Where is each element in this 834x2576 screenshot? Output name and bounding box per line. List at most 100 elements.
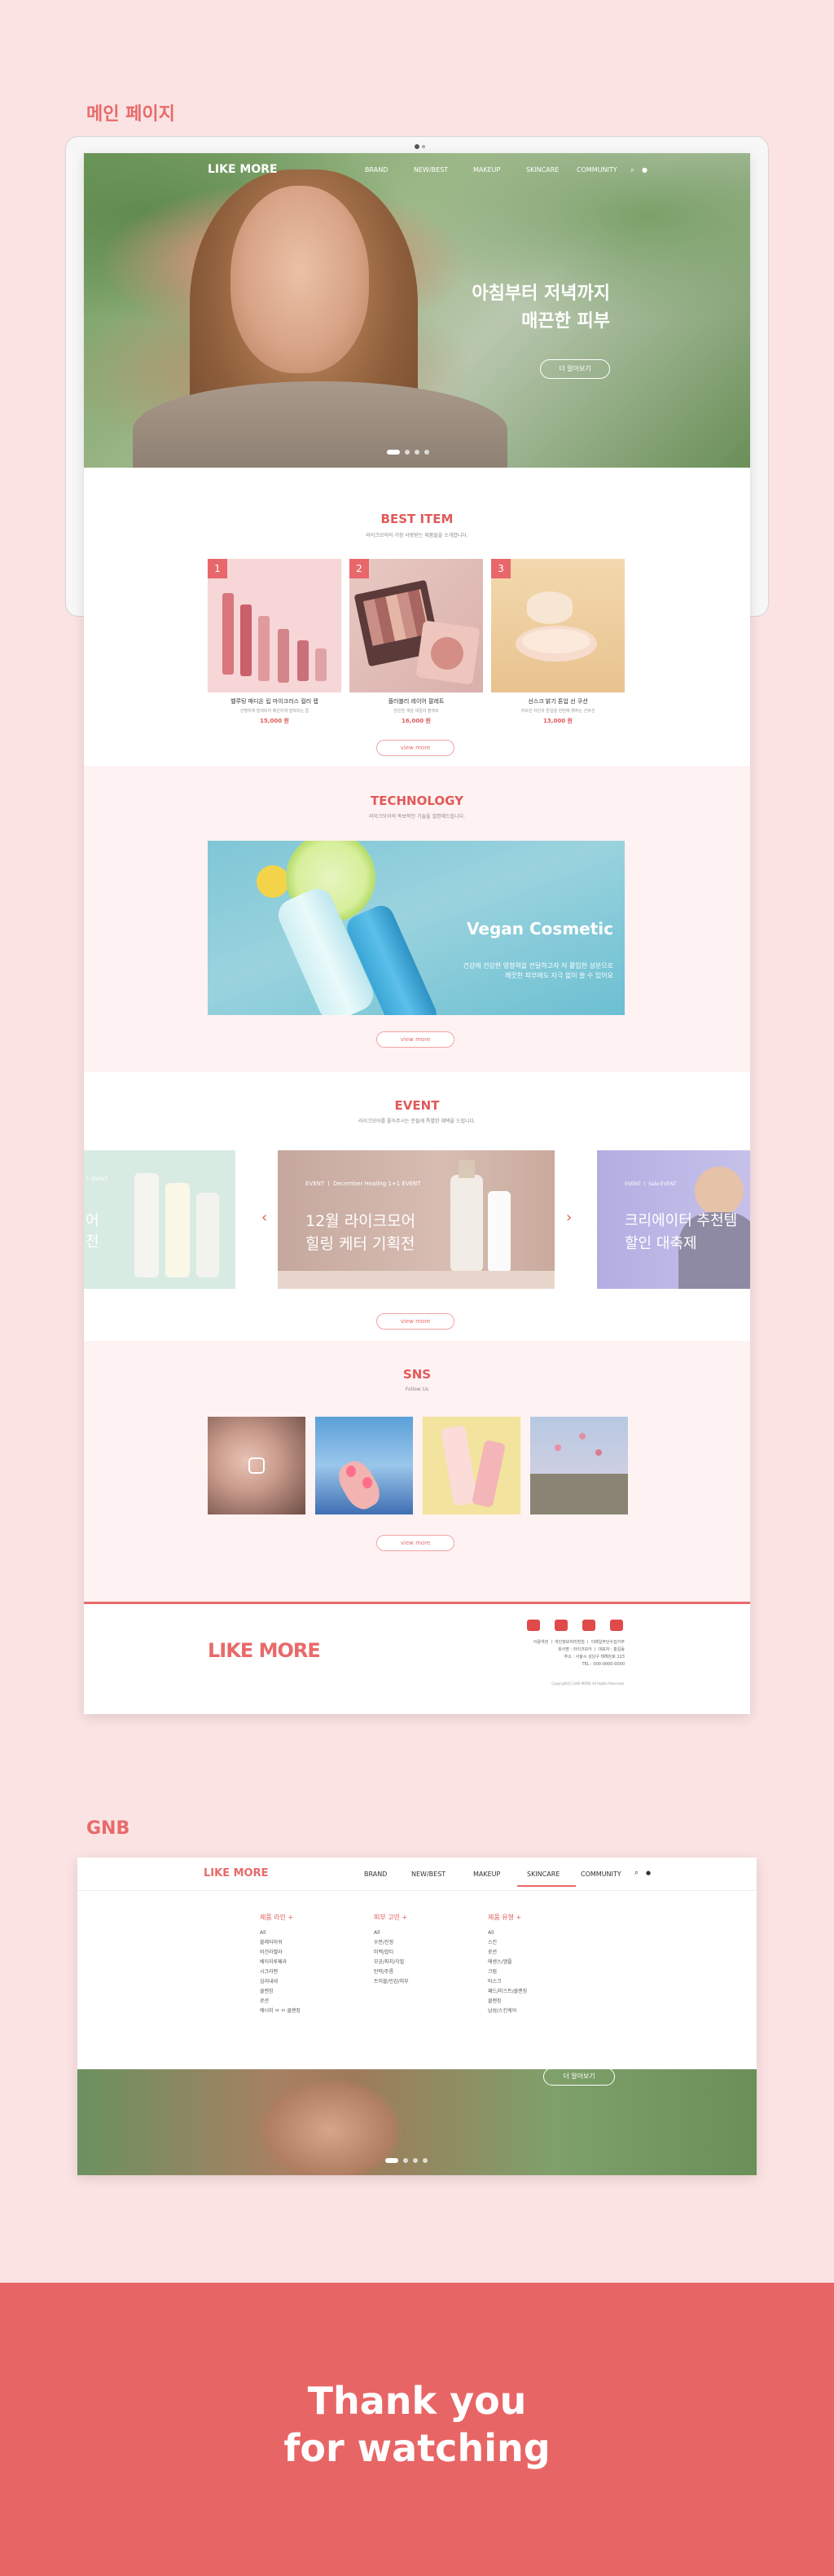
carousel-dot[interactable] [405,450,410,455]
instagram-icon[interactable] [555,1620,568,1631]
product-name[interactable]: 선스크 밝기 톤업 선 쿠션 [491,697,625,706]
gnb-column-head[interactable]: 피부 고민 + [374,1913,409,1922]
gnb-link[interactable]: 크림 [488,1967,527,1977]
carousel-indicator[interactable] [387,442,434,455]
facebook-icon[interactable] [582,1620,595,1631]
event-tag: EVENT ㅣ Sale EVENT [625,1181,677,1187]
event-prev-icon[interactable]: ‹ [261,1209,267,1226]
gnb-link[interactable]: 클렌징 [260,1987,301,1997]
gnb-link[interactable]: All [488,1928,527,1938]
nav-community[interactable]: COMMUNITY [577,166,617,174]
tech-image-title: Vegan Cosmetic [467,919,613,939]
gnb-column-head[interactable]: 제품 유형 + [488,1913,527,1922]
website-preview: LIKE MORE BRAND NEW/BEST MAKEUP SKINCARE… [84,153,750,1714]
gnb-nav-brand[interactable]: BRAND [364,1870,387,1878]
gnb-preview: LIKE MORE BRAND NEW/BEST MAKEUP SKINCARE… [77,1857,757,2175]
product-image-palette[interactable]: 2 [349,559,483,692]
nav-brand[interactable]: BRAND [365,166,388,174]
kakaotalk-icon[interactable] [610,1620,623,1631]
footer-divider [84,1602,750,1604]
event-card-left[interactable]: ㅏ EVENT 어 전 [84,1150,235,1289]
gnb-link[interactable]: 클렌징 [488,1997,527,2007]
best-view-more-button[interactable]: view more [376,740,454,756]
footer-links[interactable]: 이용약관 ㅣ 개인정보처리방침 ㅣ 이메일무단수집거부 [507,1639,625,1646]
carousel-dot[interactable] [424,450,429,455]
tech-image-line-2: 깨끗한 피부에도 자극 없이 쓸 수 있어요 [504,972,613,979]
carousel-dot[interactable] [423,2158,428,2163]
event-next-icon[interactable]: › [566,1209,572,1226]
sns-photo[interactable] [315,1417,413,1514]
hero-headline: 아침부터 저녁까지 매끈한 피부 [472,280,610,336]
product-card[interactable]: 2 플러블리 레이어 팔레트 은은한 색감 데일리 팔레트 16,000 원 [349,559,483,725]
gnb-link[interactable]: 로션 [488,1948,527,1958]
gnb-link[interactable]: 스킨 [488,1938,527,1948]
carousel-dot[interactable] [415,450,419,455]
product-card[interactable]: 1 벨루팅 매디온 립 마이크러스 컬러 랩 선명하게 발색되어 매끈하게 밀착… [208,559,341,725]
gnb-link[interactable]: 베이지루페라 [260,1958,301,1967]
gnb-link[interactable]: 로션 [260,1997,301,2007]
hero-more-button[interactable]: 더 알아보기 [540,359,610,379]
gnb-link[interactable]: All [260,1928,301,1938]
user-icon[interactable]: ● [646,1870,651,1876]
event-card-right[interactable]: EVENT ㅣ Sale EVENT 크리에이터 추천템 할인 대축제 [597,1150,750,1289]
gnb-link[interactable]: 모공/피지/각질 [374,1958,409,1967]
search-icon[interactable]: ⌕ [630,166,634,174]
nav-makeup[interactable]: MAKEUP [473,166,500,174]
sns-photo[interactable] [423,1417,520,1514]
event-card-center[interactable]: EVENT ㅣ December Healing 1+1 EVENT 12월 라… [278,1150,555,1289]
nav-skincare[interactable]: SKINCARE [526,166,559,174]
gnb-link[interactable]: 에너지 ㅁ ㅁ 클렌징 [260,2007,301,2016]
product-image-cushion[interactable]: 3 [491,559,625,692]
carousel-dot[interactable] [385,2158,398,2163]
gnb-hero-button[interactable]: 더 알아보기 [543,2068,615,2086]
gnb-link[interactable]: 비건라벨라 [260,1948,301,1958]
gnb-link[interactable]: 시크라렌 [260,1967,301,1977]
event-text: 12월 라이크모어 [305,1212,416,1230]
gnb-link[interactable]: 남성/스킨케어 [488,2007,527,2016]
gnb-link[interactable]: 트러블/민감/피부 [374,1977,409,1987]
product-desc: 선명하게 발색되어 매끈하게 밀착되는 립 [239,709,309,714]
gnb-link[interactable]: All [374,1928,409,1938]
tech-view-more-button[interactable]: view more [376,1031,454,1048]
vegan-cosmetic-banner[interactable]: Vegan Cosmetic 건강에 건강한 영향력을 전달하고자 저 활입한 … [208,841,625,1015]
footer-company: 회사명 : 라이크모어 ㅣ 대표자 : 홍길동 [558,1647,625,1652]
gnb-logo[interactable]: LIKE MORE [204,1867,268,1879]
logo[interactable]: LIKE MORE [208,163,278,176]
product-image-lipstick[interactable]: 1 [208,559,341,692]
site-footer: LIKE MORE 이용약관 ㅣ 개인정보처리방침 ㅣ 이메일무단수집거부 회사… [84,1602,750,1714]
product-name[interactable]: 벨루팅 매디온 립 마이크러스 컬러 랩 [208,697,341,706]
gnb-link[interactable]: 마스크 [488,1977,527,1987]
youtube-icon[interactable] [527,1620,540,1631]
gnb-nav-community[interactable]: COMMUNITY [581,1870,621,1878]
gnb-link[interactable]: 블레이미쉬 [260,1938,301,1948]
tech-image-line-1: 건강에 건강한 영향력을 전달하고자 저 활입한 성분으로 [463,962,613,969]
sns-photo[interactable] [530,1417,628,1514]
carousel-dot[interactable] [403,2158,408,2163]
gnb-column-head[interactable]: 제품 라인 + [260,1913,301,1922]
product-name[interactable]: 플러블리 레이어 팔레트 [349,697,483,706]
sns-view-more-button[interactable]: view more [376,1535,454,1551]
carousel-dot[interactable] [387,450,400,455]
gnb-link[interactable]: 에센스/앰플 [488,1958,527,1967]
active-nav-underline [517,1885,576,1887]
gnb-link[interactable]: 수분/진정 [374,1938,409,1948]
footer-logo[interactable]: LIKE MORE [208,1639,321,1662]
search-icon[interactable]: ⌕ [634,1869,639,1877]
gnb-link[interactable]: 심리내네 [260,1977,301,1987]
gnb-nav-skincare[interactable]: SKINCARE [527,1870,560,1878]
user-icon[interactable]: ● [642,166,647,174]
gnb-nav-makeup[interactable]: MAKEUP [473,1870,500,1878]
nav-new-best[interactable]: NEW/BEST [414,166,448,174]
gnb-nav-new-best[interactable]: NEW/BEST [411,1870,446,1878]
thank-you-banner: Thank you for watching [0,2283,834,2576]
gnb-link[interactable]: 탄력/주름 [374,1967,409,1977]
gnb-link[interactable]: 미백/잡티 [374,1948,409,1958]
sns-section: SNS Follow Us view more [84,1341,750,1602]
product-card[interactable]: 3 선스크 밝기 톤업 선 쿠션 자외선 차단과 톤업을 한번에 해주는 선쿠션… [491,559,625,725]
sns-photo[interactable] [208,1417,305,1514]
carousel-dot[interactable] [413,2158,418,2163]
event-section: EVENT 라이크모어를 좋아주시는 분들께 특별한 혜택을 드립니다. ㅏ E… [84,1072,750,1341]
gnb-link[interactable]: 패드/미스트/클렌징 [488,1987,527,1997]
event-view-more-button[interactable]: view more [376,1313,454,1330]
carousel-indicator[interactable] [385,2151,432,2166]
